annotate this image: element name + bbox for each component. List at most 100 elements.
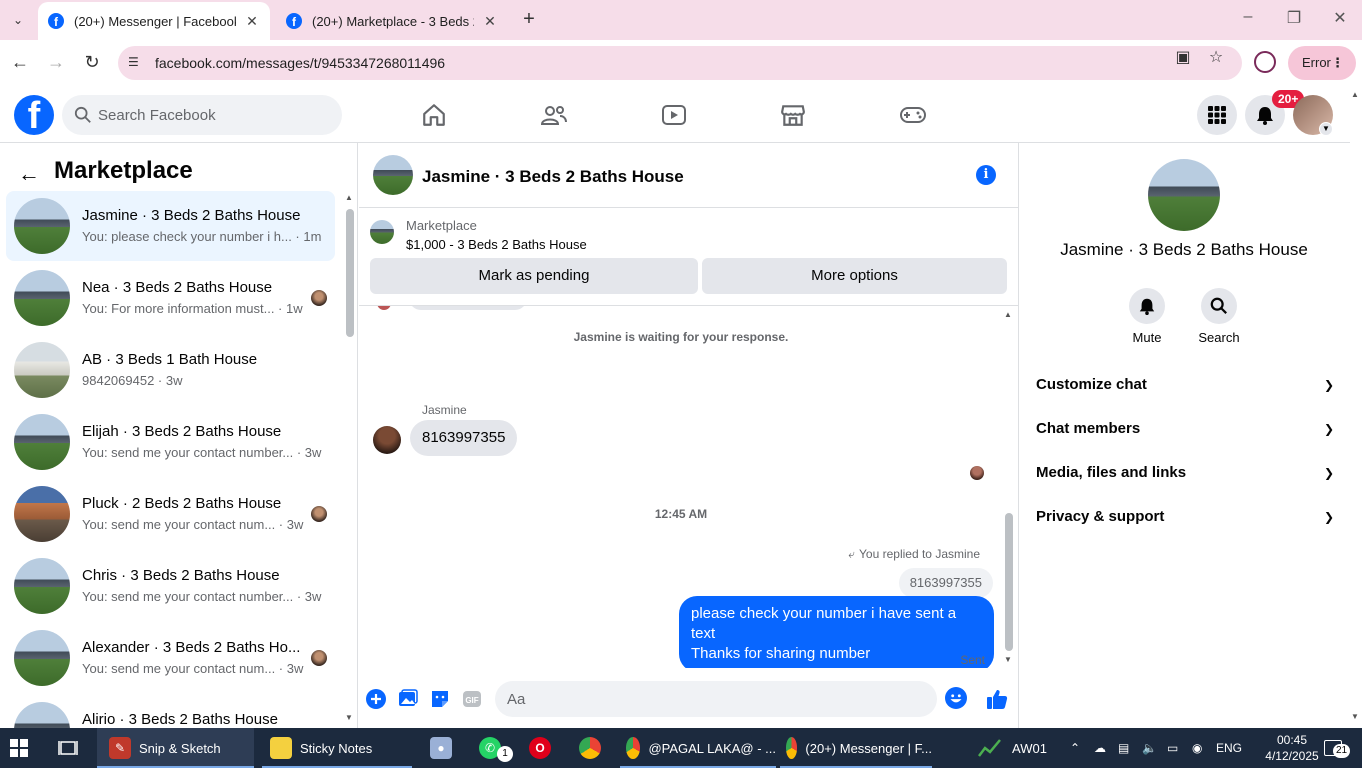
chat-list-item[interactable]: Elijah · 3 Beds 2 Baths House You: send m…	[6, 407, 335, 477]
taskbar-paint-app[interactable]: ●	[430, 728, 460, 768]
marketplace-icon[interactable]	[775, 98, 811, 132]
install-app-icon[interactable]: ▣	[1173, 47, 1193, 67]
mark-as-pending-button[interactable]: Mark as pending	[370, 258, 698, 294]
new-tab-icon[interactable]: +	[518, 8, 540, 31]
listing-price-title[interactable]: $1,000 - 3 Beds 2 Baths House	[406, 237, 587, 252]
profile-error-button[interactable]: Error ⋮	[1288, 46, 1356, 80]
scroll-up-arrow-icon[interactable]: ▲	[1004, 310, 1012, 319]
more-options-button[interactable]: More options	[702, 258, 1007, 294]
gaming-icon[interactable]	[895, 98, 931, 132]
chevron-down-icon[interactable]: ▼	[1319, 122, 1333, 136]
url-text[interactable]: facebook.com/messages/t/9453347268011496	[155, 55, 445, 71]
network-icon[interactable]: ▤	[1118, 728, 1129, 768]
back-arrow-icon[interactable]: ←	[8, 50, 32, 74]
chat-list-item[interactable]: Alexander · 3 Beds 2 Baths Ho... You: sen…	[6, 623, 335, 693]
chat-list-item[interactable]: Nea · 3 Beds 2 Baths House You: For more …	[6, 263, 335, 333]
taskbar-stock-widget[interactable]: AW01	[978, 728, 1047, 768]
close-tab-icon[interactable]: ✕	[244, 13, 260, 30]
quoted-message[interactable]: 8163997355	[898, 568, 993, 598]
clock-time: 00:45	[1276, 733, 1308, 747]
gif-icon[interactable]: GIF	[461, 688, 483, 710]
taskbar-snip-sketch[interactable]: ✎ Snip & Sketch	[97, 728, 254, 768]
tab-messenger[interactable]: f (20+) Messenger | Facebook ✕	[38, 2, 270, 40]
chat-members-section[interactable]: Chat members ❯	[1028, 407, 1340, 451]
scroll-down-arrow-icon[interactable]: ▼	[1004, 655, 1012, 664]
thumbs-up-icon[interactable]	[985, 687, 1009, 711]
back-arrow-icon[interactable]: ←	[18, 161, 40, 187]
windows-start-icon[interactable]	[10, 728, 34, 768]
bookmark-star-icon[interactable]: ☆	[1206, 47, 1226, 67]
address-bar[interactable]: ☰ facebook.com/messages/t/94533472680114…	[118, 46, 1242, 80]
photo-icon[interactable]	[397, 688, 419, 710]
show-hidden-icons[interactable]: ⌃	[1070, 728, 1080, 768]
video-icon[interactable]	[656, 98, 692, 132]
svg-text:GIF: GIF	[465, 696, 478, 705]
action-center-icon[interactable]: 21	[1324, 728, 1351, 768]
close-tab-icon[interactable]: ✕	[482, 13, 498, 30]
minimize-window-icon[interactable]: –	[1233, 8, 1263, 26]
volume-icon[interactable]: 🔈	[1142, 728, 1157, 768]
chat-thumbnail	[14, 558, 70, 614]
outgoing-message[interactable]: please check your number i have sent a t…	[679, 596, 994, 668]
plus-circle-icon[interactable]	[365, 688, 387, 710]
chat-list-item[interactable]: Jasmine · 3 Beds 2 Baths House You: pleas…	[6, 191, 335, 261]
conversation-title[interactable]: Jasmine · 3 Beds 2 Baths House	[422, 167, 684, 187]
message-input-box[interactable]	[495, 681, 937, 717]
taskbar-opera[interactable]: O	[529, 728, 559, 768]
home-icon[interactable]	[416, 98, 452, 132]
onedrive-icon[interactable]: ☁	[1094, 728, 1106, 768]
facebook-search[interactable]	[62, 95, 342, 135]
browser-menu-icon[interactable]: ⋮	[1331, 46, 1344, 80]
meet-now-icon[interactable]: ◉	[1192, 728, 1202, 768]
message-input[interactable]	[507, 681, 907, 717]
chat-list-item[interactable]: Chris · 3 Beds 2 Baths House You: send me…	[6, 551, 335, 621]
taskbar-whatsapp[interactable]: ✆ 1	[479, 728, 513, 768]
chat-list-item[interactable]: Pluck · 2 Beds 2 Baths House You: send me…	[6, 479, 335, 549]
reload-icon[interactable]: ↻	[80, 50, 104, 74]
mute-button[interactable]: Mute	[1112, 288, 1182, 345]
listing-thumbnail[interactable]	[1148, 159, 1220, 231]
sticker-icon[interactable]	[429, 688, 451, 710]
browser-profile-icon[interactable]	[1254, 51, 1276, 73]
chat-list-item[interactable]: AB · 3 Beds 1 Bath House 9842069452 · 3w	[6, 335, 335, 405]
search-in-chat-button[interactable]: Search	[1184, 288, 1254, 345]
sender-avatar[interactable]	[373, 426, 401, 454]
friends-icon[interactable]	[536, 98, 572, 132]
tab-search-dropdown-icon[interactable]: ⌄	[8, 10, 28, 30]
menu-grid-icon[interactable]	[1197, 95, 1237, 135]
input-language[interactable]: ENG	[1216, 728, 1242, 768]
restore-window-icon[interactable]: ❐	[1279, 8, 1309, 28]
task-view-icon[interactable]	[58, 728, 82, 768]
taskbar-chrome[interactable]	[579, 728, 609, 768]
forward-arrow-icon[interactable]: →	[44, 50, 68, 74]
taskbar-chrome-window-2[interactable]: (20+) Messenger | F...	[780, 728, 932, 768]
clock-date: 4/12/2025	[1265, 749, 1319, 763]
media-files-links-section[interactable]: Media, files and links ❯	[1028, 451, 1340, 495]
battery-icon[interactable]: ▭	[1167, 728, 1178, 768]
scroll-down-arrow-icon[interactable]: ▼	[345, 713, 353, 722]
page-scroll-down-arrow-icon[interactable]: ▼	[1351, 712, 1359, 721]
incoming-message[interactable]: 8163997355	[410, 420, 518, 456]
taskbar-chrome-window-1[interactable]: @PAGAL LAKA@ - ...	[620, 728, 776, 768]
chat-list-item[interactable]: Alirio · 3 Beds 2 Baths House	[6, 695, 335, 728]
system-clock[interactable]: 00:45 4/12/2025	[1262, 732, 1322, 764]
info-icon[interactable]: i	[976, 165, 996, 185]
details-title[interactable]: Jasmine · 3 Beds 2 Baths House	[1020, 240, 1348, 260]
facebook-header: f 20+ ▼	[0, 86, 1350, 143]
close-window-icon[interactable]: ✕	[1325, 8, 1355, 28]
page-scroll-up-arrow-icon[interactable]: ▲	[1351, 90, 1359, 99]
customize-chat-section[interactable]: Customize chat ❯	[1028, 363, 1340, 407]
site-settings-icon[interactable]: ☰	[128, 55, 144, 71]
scroll-up-arrow-icon[interactable]: ▲	[345, 193, 353, 202]
facebook-logo-icon[interactable]: f	[14, 95, 54, 135]
emoji-icon[interactable]	[945, 687, 967, 709]
listing-small-thumbnail[interactable]	[370, 220, 394, 244]
chat-list-scrollbar[interactable]	[346, 209, 354, 337]
search-label: Search	[1198, 330, 1240, 345]
listing-thumbnail[interactable]	[373, 155, 413, 195]
search-input[interactable]	[98, 95, 338, 135]
privacy-support-section[interactable]: Privacy & support ❯	[1028, 495, 1340, 539]
tab-marketplace[interactable]: f (20+) Marketplace - 3 Beds 2 Baths Hou…	[276, 2, 508, 40]
thread-scrollbar[interactable]	[1005, 513, 1013, 651]
taskbar-sticky-notes[interactable]: Sticky Notes	[262, 728, 412, 768]
